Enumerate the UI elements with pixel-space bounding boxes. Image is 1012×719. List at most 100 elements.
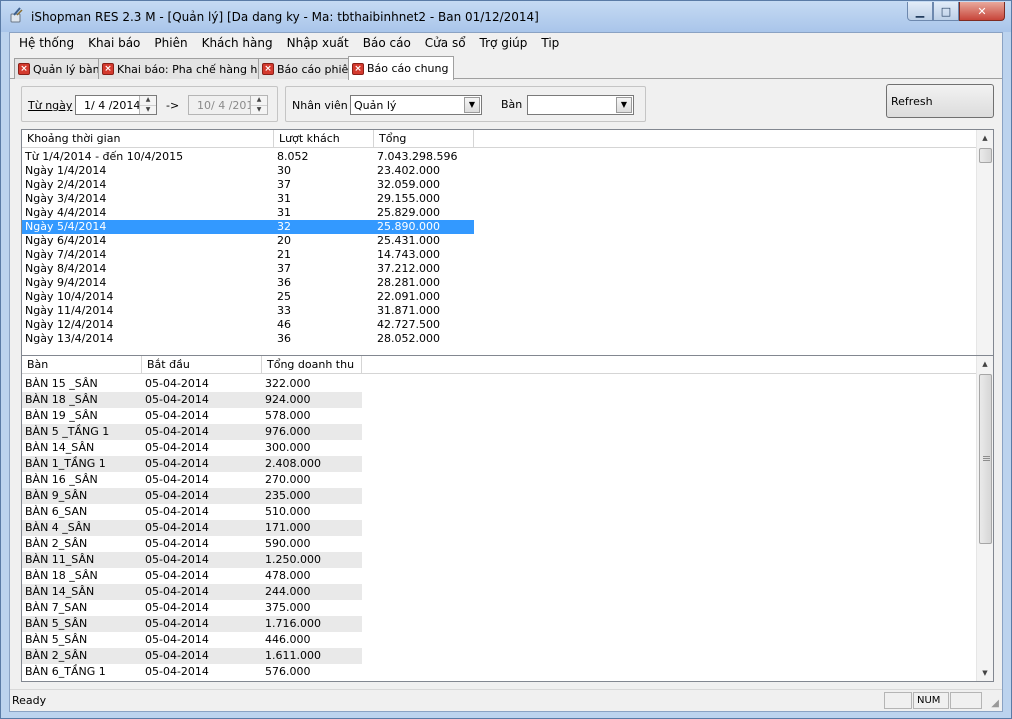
staff-combo[interactable]: Quản lý ▼ [350,95,482,115]
summary-row[interactable]: Ngày 11/4/2014 33 31.871.000 [22,304,474,318]
menu-phien[interactable]: Phiên [147,33,194,53]
summary-scroll-thumb[interactable] [979,148,992,163]
pencil-cup-icon[interactable] [8,7,24,23]
summary-col-total[interactable]: Tổng [374,130,474,148]
detail-cell-revenue: 510.000 [265,505,311,518]
detail-row[interactable]: BÀN 5_SÂN 05-04-2014 446.000 [22,632,362,648]
resize-grip-icon[interactable]: ◢ [991,698,999,709]
detail-cell-table: BÀN 19 _SÂN [25,409,98,422]
summary-row[interactable]: Ngày 6/4/2014 20 25.431.000 [22,234,474,248]
detail-cell-start: 05-04-2014 [145,633,209,646]
chevron-down-icon[interactable]: ▼ [616,97,632,113]
summary-cell-total: 25.829.000 [377,206,440,219]
summary-row[interactable]: Ngày 2/4/2014 37 32.059.000 [22,178,474,192]
chevron-down-icon[interactable]: ▼ [464,97,480,113]
scroll-up-icon[interactable]: ▲ [977,130,993,146]
menu-he-thong[interactable]: Hệ thống [12,33,81,53]
detail-cell-start: 05-04-2014 [145,377,209,390]
tab-khai-bao-pha-che[interactable]: × Khai báo: Pha chế hàng hóa [98,58,277,79]
summary-row[interactable]: Ngày 3/4/2014 31 29.155.000 [22,192,474,206]
detail-row[interactable]: BÀN 14_SÂN 05-04-2014 300.000 [22,440,362,456]
summary-row[interactable]: Ngày 9/4/2014 36 28.281.000 [22,276,474,290]
detail-row[interactable]: BÀN 5_SÂN 05-04-2014 1.716.000 [22,616,362,632]
menu-khach-hang[interactable]: Khách hàng [195,33,280,53]
detail-vscrollbar[interactable]: ▲ ▼ [976,356,993,681]
menu-cua-so[interactable]: Cửa sổ [418,33,473,53]
detail-cell-revenue: 270.000 [265,473,311,486]
minimize-button[interactable]: ▁ [907,2,933,21]
summary-row[interactable]: Ngày 13/4/2014 36 28.052.000 [22,332,474,346]
maximize-button[interactable]: □ [933,2,959,21]
detail-row[interactable]: BÀN 19 _SÂN 05-04-2014 578.000 [22,408,362,424]
tab-bao-cao-phien[interactable]: × Báo cáo phiên [258,58,362,79]
spin-down-icon[interactable]: ▼ [251,104,267,114]
detail-row[interactable]: BÀN 14_SÂN 05-04-2014 244.000 [22,584,362,600]
summary-col-guests[interactable]: Lượt khách [274,130,374,148]
detail-cell-revenue: 590.000 [265,537,311,550]
scroll-down-icon[interactable]: ▼ [977,665,993,681]
detail-col-revenue[interactable]: Tổng doanh thu [262,356,362,374]
summary-vscrollbar[interactable]: ▲ ▼ [976,130,993,366]
tab-close-icon[interactable]: × [262,63,274,75]
tab-quan-ly-ban[interactable]: × Quản lý bàn [14,58,106,79]
detail-scroll-thumb[interactable] [979,374,992,544]
tab-close-icon[interactable]: × [18,63,30,75]
menu-khai-bao[interactable]: Khai báo [81,33,147,53]
menu-bao-cao[interactable]: Báo cáo [356,33,418,53]
scroll-up-icon[interactable]: ▲ [977,356,993,372]
to-date-picker[interactable]: 10/ 4 /2015 ▲ ▼ [188,95,268,115]
detail-cell-start: 05-04-2014 [142,584,262,600]
from-date-spinner[interactable]: ▲ ▼ [139,96,156,114]
detail-row[interactable]: BÀN 6_SAN 05-04-2014 510.000 [22,504,362,520]
close-button[interactable]: ✕ [959,2,1005,21]
tab-close-icon[interactable]: × [102,63,114,75]
tab-bao-cao-chung[interactable]: × Báo cáo chung [348,56,455,80]
detail-grid[interactable]: Bàn Bắt đầu Tổng doanh thu BÀN 15 _SÂN 05… [21,355,994,682]
to-date-spinner[interactable]: ▲ ▼ [250,96,267,114]
summary-row[interactable]: Ngày 4/4/2014 31 25.829.000 [22,206,474,220]
spin-up-icon[interactable]: ▲ [251,96,267,105]
menu-bar: Hệ thống Khai báo Phiên Khách hàng Nhập … [10,33,1002,53]
menu-tip[interactable]: Tip [534,33,566,53]
summary-row[interactable]: Ngày 8/4/2014 37 37.212.000 [22,262,474,276]
summary-row[interactable]: Từ 1/4/2014 - đến 10/4/2015 8.052 7.043.29… [22,150,474,164]
title-bar[interactable]: iShopman RES 2.3 M - [Quản lý] [Da dang … [1,1,1011,32]
detail-row[interactable]: BÀN 18 _SÂN 05-04-2014 924.000 [22,392,362,408]
summary-grid[interactable]: Khoảng thời gian Lượt khách Tổng Từ 1/4/… [21,129,994,367]
refresh-button-label: Refresh [891,94,933,108]
app-window: iShopman RES 2.3 M - [Quản lý] [Da dang … [0,0,1012,719]
detail-col-table[interactable]: Bàn [22,356,142,374]
detail-row[interactable]: BÀN 1_TẦNG 1 05-04-2014 2.408.000 [22,456,362,472]
detail-row[interactable]: BÀN 11_SÂN 05-04-2014 1.250.000 [22,552,362,568]
spin-up-icon[interactable]: ▲ [140,96,156,105]
summary-row[interactable]: Ngày 1/4/2014 30 23.402.000 [22,164,474,178]
from-date-picker[interactable]: 1/ 4 /2014 ▲ ▼ [75,95,157,115]
tab-close-icon[interactable]: × [352,62,364,75]
detail-row[interactable]: BÀN 15 _SÂN 05-04-2014 322.000 [22,376,362,392]
detail-row[interactable]: BÀN 4 _SÂN 05-04-2014 171.000 [22,520,362,536]
spin-down-icon[interactable]: ▼ [140,104,156,114]
summary-row[interactable]: Ngày 10/4/2014 25 22.091.000 [22,290,474,304]
detail-col-start[interactable]: Bắt đầu [142,356,262,374]
summary-col-period[interactable]: Khoảng thời gian [22,130,274,148]
detail-row[interactable]: BÀN 16 _SÂN 05-04-2014 270.000 [22,472,362,488]
summary-cell-total: 32.059.000 [377,178,440,191]
menu-tro-giup[interactable]: Trợ giúp [473,33,535,53]
detail-cell-revenue: 375.000 [265,601,311,614]
menu-nhap-xuat[interactable]: Nhập xuất [280,33,356,53]
detail-row[interactable]: BÀN 18 _SÂN 05-04-2014 478.000 [22,568,362,584]
table-combo[interactable]: ▼ [527,95,634,115]
summary-row[interactable]: Ngày 5/4/2014 32 25.890.000 [22,220,474,234]
detail-row[interactable]: BÀN 9_SÂN 05-04-2014 235.000 [22,488,362,504]
staff-label: Nhân viên [292,99,348,112]
summary-row[interactable]: Ngày 12/4/2014 46 42.727.500 [22,318,474,332]
detail-cell-table: BÀN 18 _SÂN [25,569,98,582]
detail-row[interactable]: BÀN 7_SAN 05-04-2014 375.000 [22,600,362,616]
detail-row[interactable]: BÀN 2_SÂN 05-04-2014 1.611.000 [22,648,362,664]
detail-row[interactable]: BÀN 2_SÂN 05-04-2014 590.000 [22,536,362,552]
detail-row[interactable]: BÀN 5 _TẦNG 1 05-04-2014 976.000 [22,424,362,440]
refresh-button[interactable]: Refresh [886,84,994,118]
detail-row[interactable]: BÀN 6_TẦNG 1 05-04-2014 576.000 [22,664,362,680]
summary-row[interactable]: Ngày 7/4/2014 21 14.743.000 [22,248,474,262]
detail-cell-revenue: 446.000 [265,633,311,646]
